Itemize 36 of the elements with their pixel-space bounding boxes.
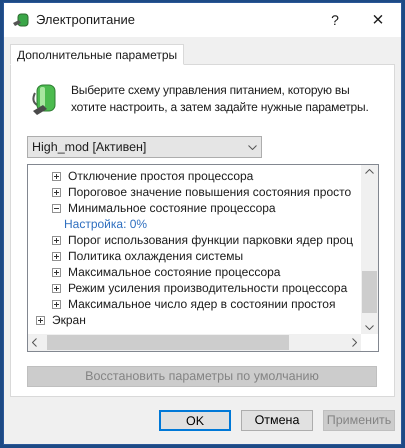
- help-button[interactable]: ?: [315, 5, 355, 35]
- scrollbar-thumb[interactable]: [362, 270, 377, 312]
- chevron-up-icon[interactable]: [365, 169, 374, 174]
- tree-item[interactable]: Порог использования функции парковки ядер проц: [68, 231, 354, 249]
- tree-item[interactable]: Режим усиления производительности процессора: [68, 279, 348, 297]
- tree-item[interactable]: Пороговое значение повышения состояния просто: [68, 183, 352, 201]
- expand-icon[interactable]: [52, 300, 61, 308]
- expand-icon[interactable]: [52, 172, 61, 180]
- plan-dropdown[interactable]: High_mod [Активен]: [27, 136, 262, 158]
- vertical-scrollbar[interactable]: [361, 165, 378, 334]
- dialog-button[interactable]: OK: [159, 410, 231, 431]
- tree-item[interactable]: Максимальное состояние процессора: [68, 263, 280, 281]
- setting-value-link[interactable]: Настройка: 0%: [64, 215, 148, 233]
- chevron-left-icon[interactable]: [32, 338, 37, 347]
- chevron-down-icon[interactable]: [365, 325, 374, 330]
- tree-item[interactable]: Экран: [52, 311, 86, 329]
- tree-item[interactable]: Политика охлаждения системы: [68, 247, 244, 265]
- expand-icon[interactable]: [52, 284, 61, 292]
- expand-icon[interactable]: [52, 268, 61, 276]
- chevron-down-icon: [248, 144, 257, 150]
- instruction-text: Выберите схему управления питанием, которую вы хотите настроить, а затем задайте нужные параметры.: [71, 82, 370, 116]
- close-button[interactable]: ×: [355, 5, 401, 35]
- tree-item[interactable]: Максимальное число ядер в состоянии простоя: [68, 295, 336, 313]
- collapse-icon[interactable]: [52, 204, 61, 212]
- expand-icon[interactable]: [36, 316, 45, 324]
- chevron-right-icon[interactable]: [352, 338, 357, 347]
- window-title: Электропитание: [36, 11, 135, 30]
- horizontal-scrollbar[interactable]: [28, 334, 361, 351]
- expand-icon[interactable]: [52, 188, 61, 196]
- tab[interactable]: Дополнительные параметры: [10, 44, 184, 65]
- dialog-button[interactable]: Отмена: [241, 410, 313, 431]
- scrollbar-thumb[interactable]: [47, 335, 289, 350]
- expand-icon[interactable]: [52, 236, 61, 244]
- tree-item[interactable]: Минимальное состояние процессора: [68, 199, 276, 217]
- expand-icon[interactable]: [52, 252, 61, 260]
- tree-item[interactable]: Отключение простоя процессора: [68, 167, 254, 185]
